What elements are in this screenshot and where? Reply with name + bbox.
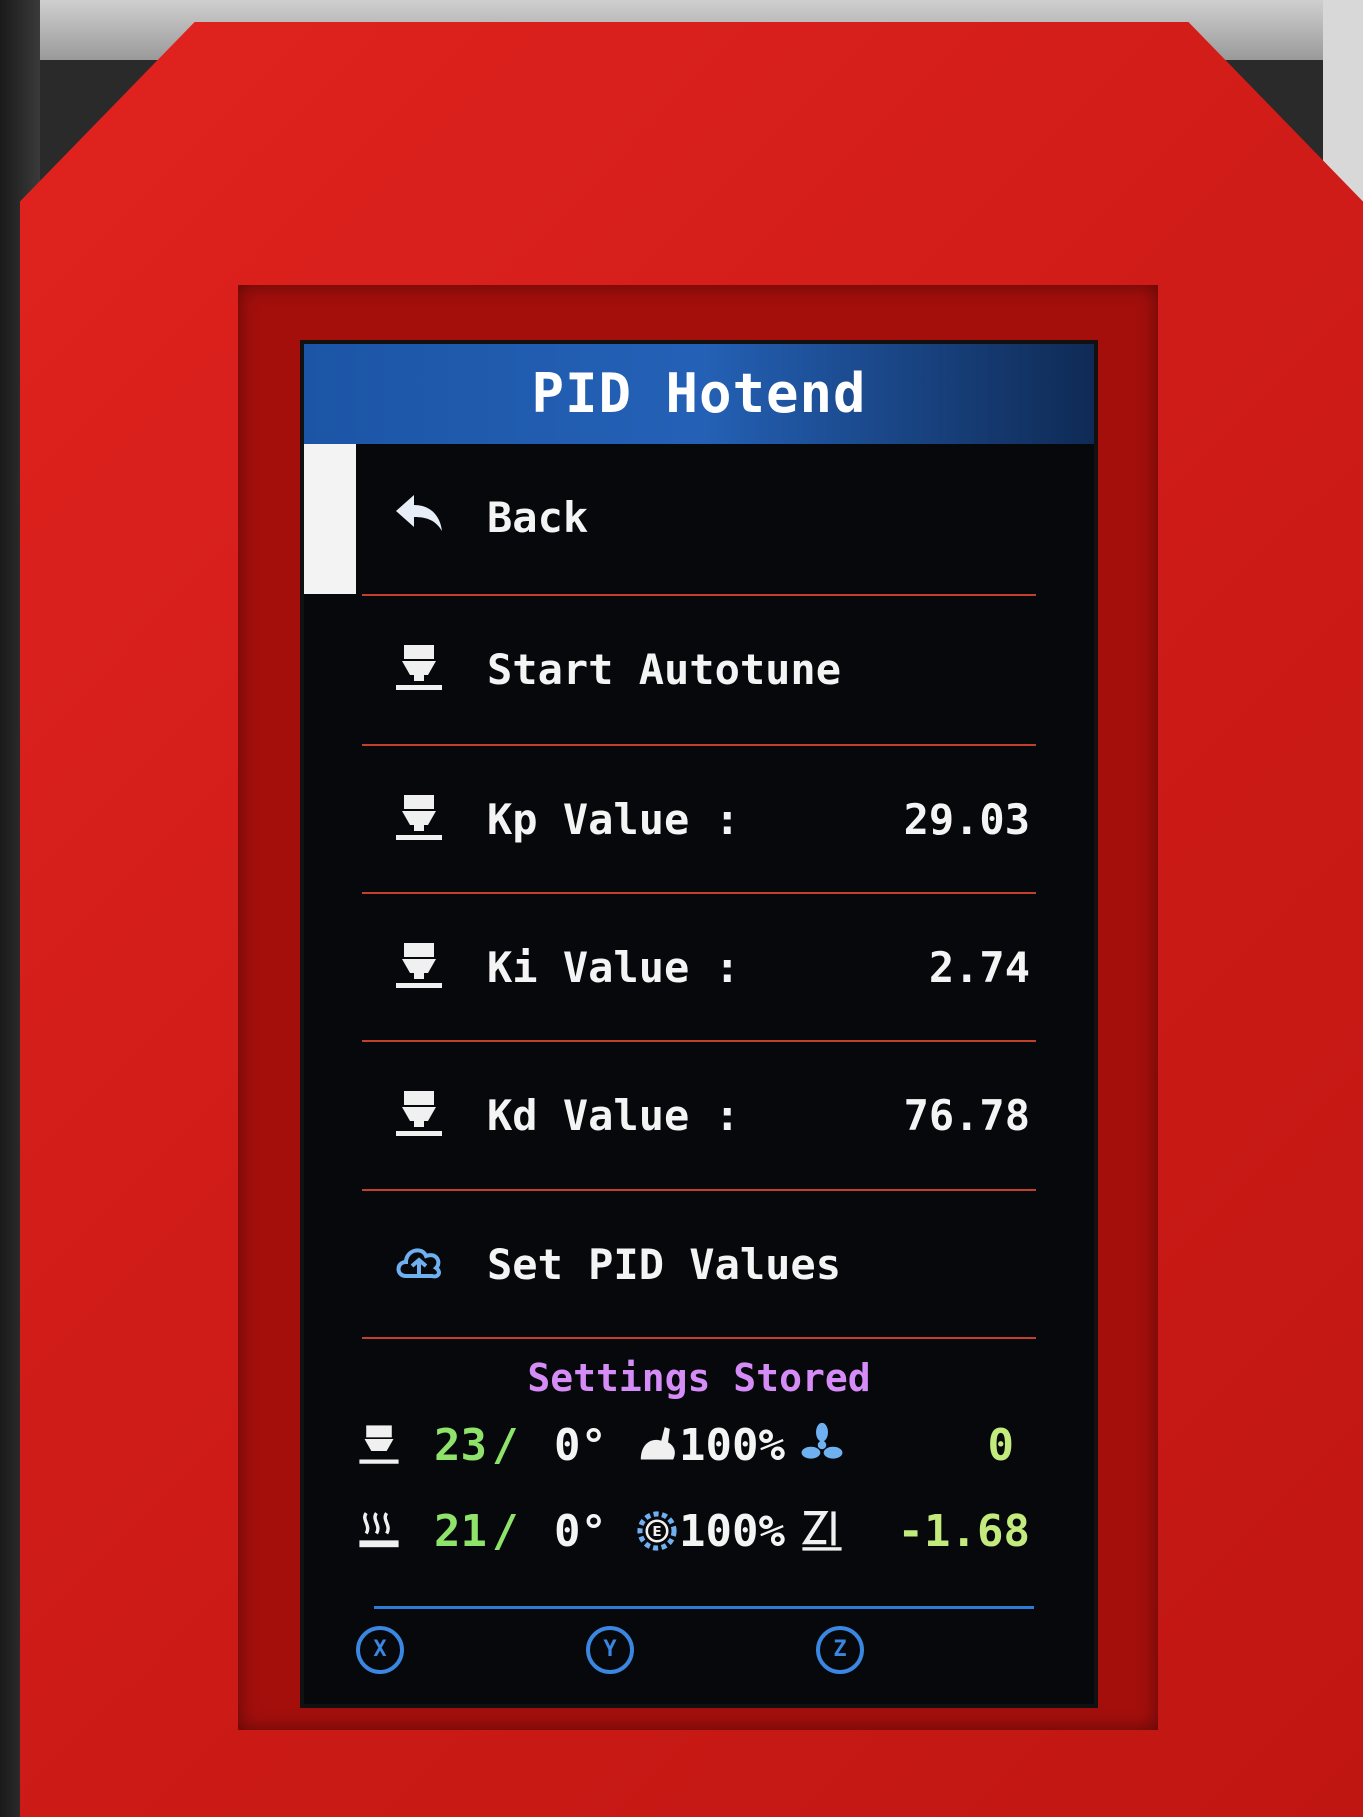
hotend-icon <box>396 1091 442 1136</box>
menu-item-kd-value[interactable]: Kd Value : 76.78 <box>304 1042 1094 1190</box>
kd-value: 76.78 <box>903 1091 1030 1140</box>
hotend-icon <box>396 795 442 840</box>
svg-text:E: E <box>652 1524 661 1540</box>
home-z-button[interactable]: Z <box>816 1626 864 1674</box>
menu-item-set-pid-values[interactable]: Set PID Values <box>304 1191 1094 1339</box>
fan-speed[interactable]: 0 <box>988 1420 1015 1471</box>
footer-divider <box>374 1606 1034 1609</box>
bed-target-temp[interactable]: 0° <box>554 1506 607 1557</box>
z-offset-value: -1.68 <box>897 1506 1030 1557</box>
kp-value: 29.03 <box>903 795 1030 844</box>
hotend-target-temp[interactable]: 0° <box>554 1420 607 1471</box>
hotend-current-temp: 23 <box>434 1420 487 1471</box>
menu-item-label: Back <box>487 493 589 542</box>
menu-item-ki-value[interactable]: Ki Value : 2.74 <box>304 894 1094 1042</box>
heated-bed-icon <box>359 1512 399 1548</box>
temp-separator: / <box>492 1506 519 1557</box>
cloud-save-icon <box>396 1248 441 1279</box>
menu-item-label: Ki Value : <box>487 943 740 992</box>
status-message: Settings Stored <box>527 1356 871 1400</box>
bed-current-temp: 21 <box>434 1506 487 1557</box>
hotend-icon <box>396 943 442 988</box>
print-speed[interactable]: 100% <box>679 1420 785 1471</box>
menu-item-start-autotune[interactable]: Start Autotune <box>304 596 1094 744</box>
menu-item-back[interactable]: Back <box>304 444 1094 592</box>
home-x-button[interactable]: X <box>356 1626 404 1674</box>
fan-icon <box>801 1422 843 1459</box>
menu-item-label: Kp Value : <box>487 795 740 844</box>
speed-rabbit-icon <box>640 1427 675 1460</box>
hotend-icon <box>359 1425 399 1464</box>
home-y-button[interactable]: Y <box>586 1626 634 1674</box>
flow-rate[interactable]: 100% <box>679 1506 785 1557</box>
lcd-screen: PID Hotend Back Start Autotune Kp Value … <box>300 340 1098 1708</box>
menu-item-label: Start Autotune <box>487 645 842 694</box>
flow-gear-icon: E <box>637 1511 677 1551</box>
page-title: PID Hotend <box>304 344 1094 444</box>
back-arrow-icon <box>396 495 442 531</box>
hotend-icon <box>396 645 442 690</box>
menu-item-label: Set PID Values <box>487 1240 842 1289</box>
z-offset-icon <box>801 1510 842 1551</box>
menu-item-label: Kd Value : <box>487 1091 740 1140</box>
menu-item-kp-value[interactable]: Kp Value : 29.03 <box>304 746 1094 894</box>
divider <box>362 1337 1036 1339</box>
ki-value: 2.74 <box>928 943 1030 992</box>
temp-separator: / <box>492 1420 519 1471</box>
